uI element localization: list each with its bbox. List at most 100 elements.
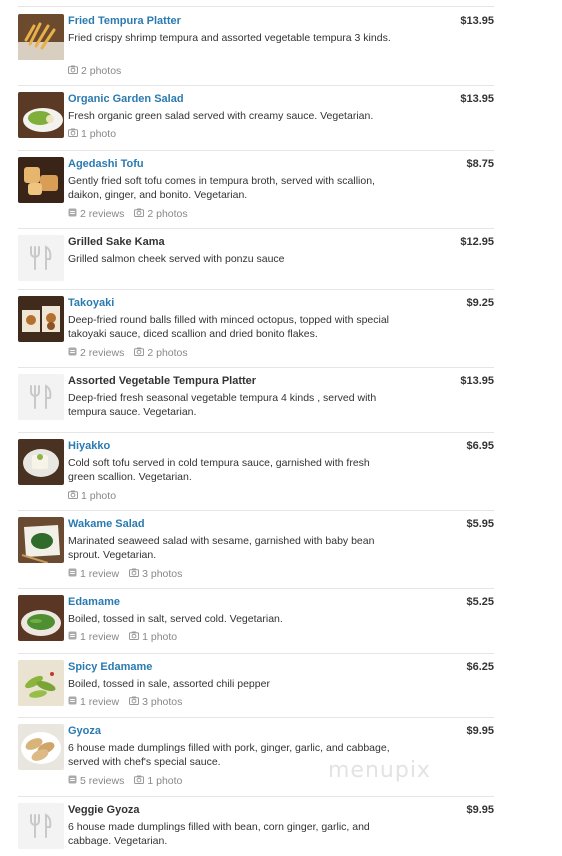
menu-item[interactable]: Takoyaki $9.25 Deep-fried round balls fill…: [18, 296, 494, 368]
photos-link[interactable]: 1 photo: [134, 775, 182, 787]
item-description: Boiled, tossed in sale, assorted chili p…: [68, 678, 270, 690]
photos-count: 1 photo: [147, 775, 183, 787]
dish-thumbnail[interactable]: [18, 595, 64, 641]
item-name[interactable]: Wakame Salad: [68, 517, 145, 531]
dish-thumbnail[interactable]: [18, 296, 64, 342]
item-name[interactable]: Takoyaki: [68, 296, 114, 310]
item-price: $13.95: [460, 375, 494, 387]
menu-item[interactable]: Organic Garden Salad $13.95 Fresh organic …: [18, 92, 494, 151]
item-divider: [18, 653, 494, 654]
item-name[interactable]: Organic Garden Salad: [68, 92, 184, 106]
dish-thumbnail[interactable]: [18, 724, 64, 770]
dish-thumbnail[interactable]: [18, 660, 64, 706]
item-price: $13.95: [460, 15, 494, 27]
item-meta: 2 reviews 2 photos: [68, 208, 198, 220]
photos-link[interactable]: 2 photos: [68, 65, 121, 77]
item-description: Deep-fried round balls filled with mince…: [68, 314, 390, 340]
item-name[interactable]: Gyoza: [68, 724, 101, 738]
item-description: Fried crispy shrimp tempura and assorted…: [68, 32, 391, 44]
item-meta: 1 review 3 photos: [68, 568, 192, 580]
photos-count: 1 photo: [142, 631, 178, 643]
item-name[interactable]: Spicy Edamame: [68, 660, 152, 674]
camera-icon: [134, 775, 147, 787]
camera-icon: [68, 128, 81, 140]
utensils-placeholder-icon: [18, 374, 64, 420]
photos-link[interactable]: 1 photo: [129, 631, 177, 643]
item-name[interactable]: Agedashi Tofu: [68, 157, 144, 171]
item-meta: 1 review 3 photos: [68, 696, 192, 708]
dish-thumbnail[interactable]: [18, 517, 64, 563]
item-name: Grilled Sake Kama: [68, 236, 165, 248]
review-icon: [68, 568, 80, 580]
menu-item[interactable]: Hiyakko $6.95 Cold soft tofu served in col…: [18, 439, 494, 511]
camera-icon: [68, 490, 81, 502]
dish-thumbnail[interactable]: [18, 157, 64, 203]
photos-link[interactable]: 3 photos: [129, 568, 182, 580]
dish-thumbnail[interactable]: [18, 439, 64, 485]
utensils-placeholder-icon: [18, 803, 64, 849]
item-divider: [18, 510, 494, 511]
item-price: $9.95: [466, 725, 494, 737]
item-description: 6 house made dumplings filled with bean,…: [68, 821, 370, 847]
photos-count: 3 photos: [142, 696, 183, 708]
item-price: $9.25: [466, 297, 494, 309]
item-divider: [18, 432, 494, 433]
reviews-link[interactable]: 1 review: [68, 696, 119, 708]
item-description: Grilled salmon cheek served with ponzu s…: [68, 253, 285, 265]
reviews-count: 5 reviews: [80, 775, 125, 787]
item-name[interactable]: Edamame: [68, 595, 120, 609]
photos-count: 1 photo: [81, 490, 117, 502]
item-price: $6.25: [466, 661, 494, 673]
photos-count: 2 photos: [81, 65, 122, 77]
menu-item[interactable]: Edamame $5.25 Boiled, tossed in salt, serv…: [18, 595, 494, 654]
item-description: Fresh organic green salad served with cr…: [68, 110, 374, 122]
photos-link[interactable]: 3 photos: [129, 696, 182, 708]
item-divider: [18, 796, 494, 797]
item-price: $12.95: [460, 236, 494, 248]
item-meta: 1 review 1 photo: [68, 631, 187, 643]
item-divider: [18, 367, 494, 368]
item-divider: [18, 85, 494, 86]
photos-count: 1 photo: [81, 128, 117, 140]
item-name[interactable]: Hiyakko: [68, 439, 110, 453]
dish-thumbnail[interactable]: [18, 14, 64, 60]
item-description: Marinated seaweed salad with sesame, gar…: [68, 535, 375, 561]
photos-link[interactable]: 2 photos: [134, 208, 188, 220]
camera-icon: [134, 208, 147, 220]
reviews-link[interactable]: 1 review: [68, 568, 119, 580]
reviews-count: 1 review: [80, 568, 120, 580]
menu-item[interactable]: Wakame Salad $5.95 Marinated seaweed salad…: [18, 517, 494, 589]
camera-icon: [129, 631, 142, 643]
menu-item[interactable]: Assorted Vegetable Tempura Platter $13.95…: [18, 374, 494, 433]
item-price: $6.95: [466, 440, 494, 452]
reviews-link[interactable]: 5 reviews: [68, 775, 124, 787]
reviews-count: 2 reviews: [80, 208, 125, 220]
photos-link[interactable]: 1 photo: [68, 490, 116, 502]
menu-item[interactable]: Fried Tempura Platter $13.95 Fried crispy …: [18, 14, 494, 86]
item-description: Gently fried soft tofu comes in tempura …: [68, 175, 375, 201]
item-meta: 2 photos: [68, 65, 131, 77]
photos-link[interactable]: 1 photo: [68, 128, 116, 140]
dish-thumbnail[interactable]: [18, 92, 64, 138]
item-name[interactable]: Fried Tempura Platter: [68, 14, 181, 28]
review-icon: [68, 775, 80, 787]
item-description: Deep-fried fresh seasonal vegetable temp…: [68, 392, 377, 418]
item-description: Cold soft tofu served in cold tempura sa…: [68, 457, 370, 483]
reviews-link[interactable]: 2 reviews: [68, 208, 124, 220]
menu-item[interactable]: Agedashi Tofu $8.75 Gently fried soft tofu…: [18, 157, 494, 229]
item-meta: 2 reviews 2 photos: [68, 347, 198, 359]
photos-count: 2 photos: [147, 208, 188, 220]
reviews-link[interactable]: 1 review: [68, 631, 119, 643]
menu-item[interactable]: Spicy Edamame $6.25 Boiled, tossed in sale…: [18, 660, 494, 718]
item-price: $9.95: [466, 804, 494, 816]
photos-link[interactable]: 2 photos: [134, 347, 188, 359]
item-divider: [18, 150, 494, 151]
camera-icon: [129, 568, 142, 580]
reviews-link[interactable]: 2 reviews: [68, 347, 124, 359]
item-meta: 1 photo: [68, 128, 126, 140]
reviews-count: 1 review: [80, 696, 120, 708]
menu-item[interactable]: Veggie Gyoza $9.95 6 house made dumplings …: [18, 803, 494, 856]
camera-icon: [68, 65, 81, 77]
photos-count: 2 photos: [147, 347, 188, 359]
menu-item[interactable]: Grilled Sake Kama $12.95 Grilled salmon ch…: [18, 235, 494, 290]
